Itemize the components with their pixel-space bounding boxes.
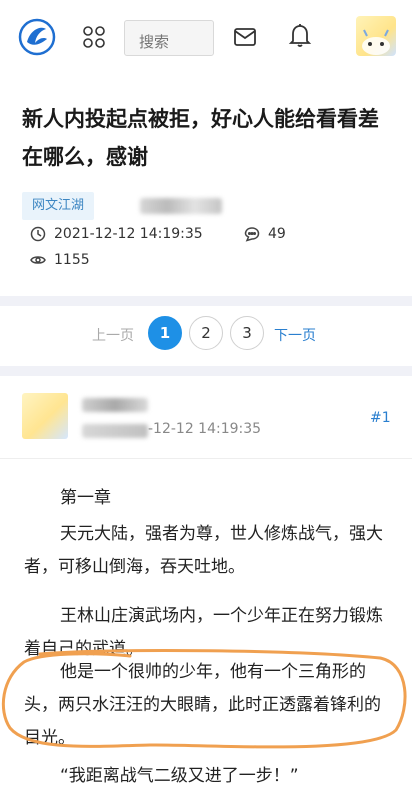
body-paragraph: 天元大陆，强者为尊，世人修炼战气，强大者，可移山倒海，吞天吐地。 bbox=[24, 524, 383, 577]
next-page-button[interactable]: 下一页 bbox=[274, 325, 316, 345]
post-datetime: 2021-12-12 14:19:35 bbox=[54, 226, 203, 242]
divider bbox=[0, 458, 412, 459]
site-logo-icon[interactable] bbox=[18, 18, 56, 56]
mail-icon[interactable] bbox=[233, 26, 257, 48]
body-paragraph-highlighted: 他是一个很帅的少年，他有一个三角形的头，两只水汪汪的大眼睛，此时正透露着锋利的目… bbox=[24, 662, 381, 748]
search-input[interactable] bbox=[124, 20, 214, 56]
section-separator bbox=[0, 296, 412, 306]
category-tag[interactable]: 网文江湖 bbox=[22, 192, 95, 220]
notification-bell-icon[interactable] bbox=[288, 22, 312, 48]
floor-number[interactable]: #1 bbox=[370, 410, 391, 426]
reply-time: -12-12 14:19:35 bbox=[148, 421, 262, 437]
chapter-heading: 第一章 bbox=[60, 488, 111, 508]
view-count-row: 1155 bbox=[30, 252, 90, 268]
comment-icon bbox=[244, 227, 260, 242]
eye-icon bbox=[30, 256, 46, 264]
user-avatar[interactable] bbox=[356, 16, 396, 56]
author-name-blurred[interactable] bbox=[140, 198, 222, 214]
page-2-button[interactable]: 2 bbox=[189, 316, 223, 350]
reply-author-name-blurred[interactable] bbox=[82, 398, 148, 412]
post-title: 新人内投起点被拒，好心人能给看看差在哪么，感谢 bbox=[22, 107, 379, 169]
reply-time-blurred bbox=[82, 424, 148, 438]
grid-menu-icon[interactable] bbox=[82, 25, 106, 49]
clock-icon bbox=[30, 226, 46, 242]
pagination: 上一页 1 2 3 下一页 bbox=[0, 313, 412, 357]
comment-count-row: 49 bbox=[244, 226, 286, 242]
section-separator bbox=[0, 366, 412, 376]
page-3-button[interactable]: 3 bbox=[230, 316, 264, 350]
post-datetime-row: 2021-12-12 14:19:35 bbox=[30, 226, 203, 242]
prev-page-button[interactable]: 上一页 bbox=[92, 325, 134, 345]
comment-count: 49 bbox=[268, 226, 286, 242]
view-count: 1155 bbox=[54, 252, 90, 268]
reply-author-avatar[interactable] bbox=[22, 393, 68, 439]
page-1-button[interactable]: 1 bbox=[148, 316, 182, 350]
body-paragraph: “我距离战气二级又进了一步！” bbox=[60, 766, 299, 786]
top-bar bbox=[0, 0, 412, 76]
